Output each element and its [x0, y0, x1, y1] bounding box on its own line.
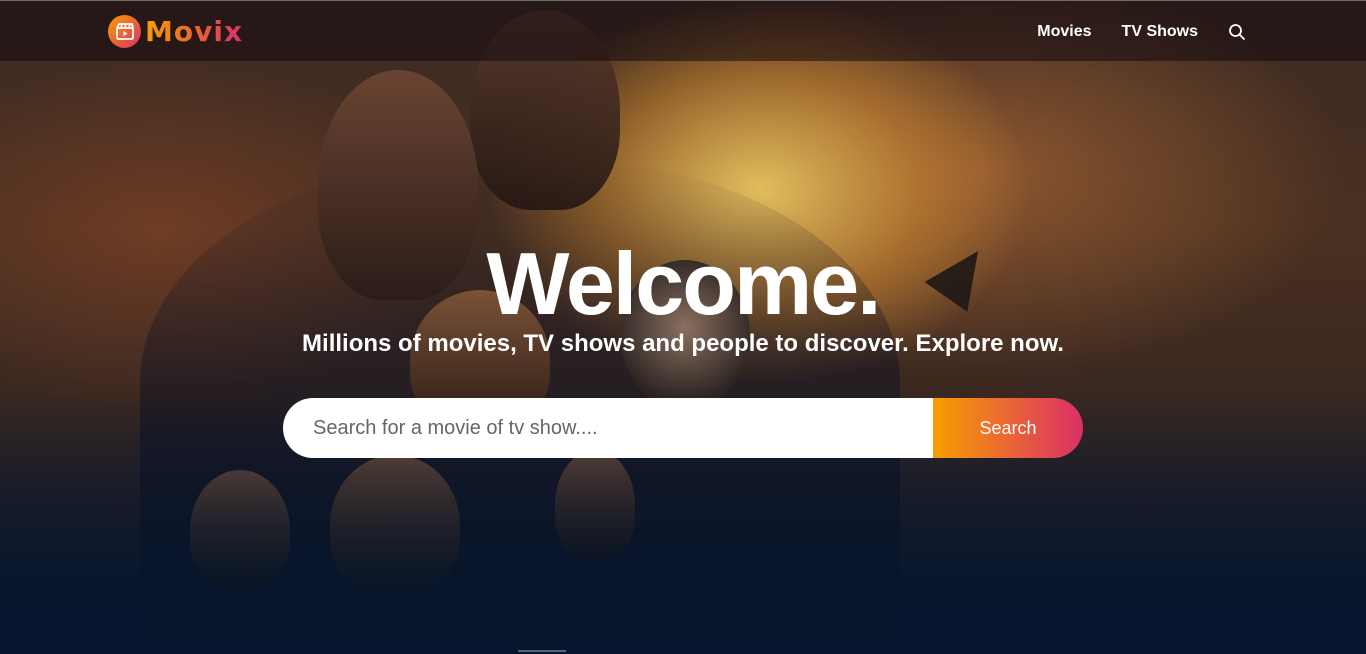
search-icon[interactable]	[1228, 23, 1246, 41]
search-input[interactable]	[283, 398, 933, 458]
hero-content: Welcome. Millions of movies, TV shows an…	[0, 232, 1366, 358]
search-button[interactable]: Search	[933, 398, 1083, 458]
site-logo[interactable]: Movix	[108, 13, 243, 49]
search-bar: Search	[283, 398, 1083, 458]
nav-item-tv-shows[interactable]: TV Shows	[1122, 23, 1198, 41]
logo-text: Movix	[145, 14, 244, 48]
clapperboard-icon	[108, 14, 141, 48]
hero-banner: Movix Movies TV Shows Welcome. Millions …	[0, 0, 1366, 654]
hero-title: Welcome.	[486, 234, 881, 333]
site-header: Movix Movies TV Shows	[0, 0, 1366, 61]
hero-subtitle: Millions of movies, TV shows and people …	[302, 330, 1064, 357]
main-nav: Movies TV Shows	[1037, 1, 1246, 62]
nav-item-movies[interactable]: Movies	[1037, 23, 1091, 41]
scroll-indicator	[518, 650, 566, 652]
